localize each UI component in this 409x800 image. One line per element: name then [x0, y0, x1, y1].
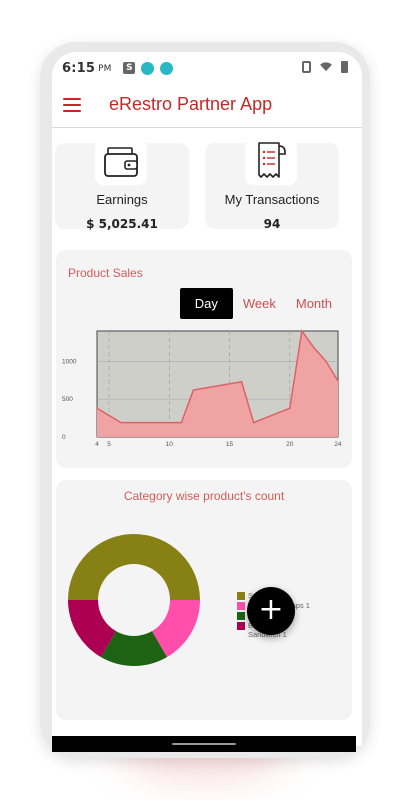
- cyan-notification-icon-2: [160, 61, 174, 75]
- sales-point: [96, 407, 98, 410]
- product-sales-card: Product Sales Day Week Month 0 500 1000 4 5 1…: [56, 250, 352, 468]
- x-tick-label: 4: [95, 441, 99, 448]
- sales-point: [120, 421, 122, 424]
- sales-point: [301, 330, 303, 332]
- y-tick-label: 1000: [62, 358, 77, 365]
- earnings-value: $ 5,025.41: [86, 217, 158, 231]
- sales-point: [337, 380, 339, 382]
- x-tick-label: 24: [334, 441, 342, 448]
- navigation-bar: [52, 736, 356, 752]
- x-tick-label: 5: [107, 441, 111, 448]
- vibrate-icon: [302, 61, 311, 73]
- wallet-icon-box: [95, 140, 147, 185]
- x-tick-label: 15: [226, 441, 234, 448]
- sales-point: [289, 407, 291, 410]
- x-tick-label: 10: [166, 441, 174, 448]
- transactions-card[interactable]: My Transactions 94: [205, 140, 339, 231]
- legend-swatch: [237, 602, 245, 610]
- sales-point: [313, 346, 315, 349]
- dashboard-content: Earnings $ 5,025.41 My Transactions 94 P…: [52, 129, 362, 746]
- hamburger-menu-icon[interactable]: [63, 98, 81, 112]
- donut-slice: [68, 534, 200, 600]
- cyan-notification-icon: [141, 61, 155, 75]
- transactions-label: My Transactions: [224, 192, 320, 207]
- home-indicator[interactable]: [172, 743, 236, 745]
- sales-point: [240, 380, 243, 383]
- status-ampm: PM: [98, 64, 112, 74]
- wifi-icon: [320, 62, 332, 72]
- screen: 6:15 PM S eRestro Partner App Earnings $…: [52, 52, 362, 746]
- earnings-label: Earnings: [96, 192, 148, 207]
- receipt-icon-box: [245, 140, 297, 185]
- x-tick-label: 20: [286, 441, 294, 448]
- s-notification-icon: S: [123, 62, 136, 74]
- y-tick-label: 500: [62, 396, 73, 403]
- legend-swatch: [237, 622, 245, 630]
- earnings-card[interactable]: Earnings $ 5,025.41: [55, 140, 189, 231]
- app-title: eRestro Partner App: [109, 94, 273, 114]
- sales-point: [192, 389, 195, 391]
- wallet-icon: [104, 147, 138, 177]
- add-fab-button[interactable]: +: [247, 587, 295, 635]
- receipt-icon: [258, 142, 286, 178]
- legend-swatch: [237, 612, 245, 620]
- status-time: 6:15: [62, 60, 96, 76]
- sales-point: [252, 421, 255, 424]
- battery-icon: [341, 61, 348, 73]
- product-sales-chart: 0 500 1000 4 5 10 15 20 24: [62, 329, 342, 448]
- status-right-icons: [302, 61, 348, 73]
- transactions-value: 94: [263, 217, 281, 231]
- sales-point: [325, 360, 327, 363]
- legend-swatch: [237, 592, 245, 600]
- sales-point: [180, 421, 183, 424]
- category-card: Category wise product's count Sandwich 3…: [56, 480, 352, 720]
- app-bar: eRestro Partner App: [52, 84, 362, 128]
- status-bar: 6:15 PM S: [52, 52, 362, 84]
- y-tick-label: 0: [62, 434, 66, 441]
